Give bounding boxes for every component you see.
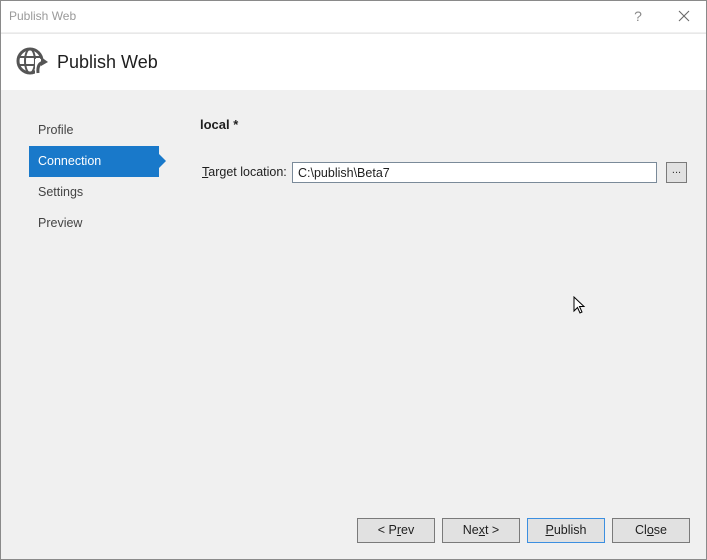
wizard-steps: Profile Connection Settings Preview [29,115,169,239]
browse-button[interactable]: ... [666,162,687,183]
dialog-heading: Publish Web [57,52,158,72]
btn-text: Cl [635,523,647,537]
btn-access-key: o [646,523,654,537]
prev-button[interactable]: < Prev [357,518,435,543]
sidebar-item-settings[interactable]: Settings [29,177,159,208]
btn-text: < P [377,523,397,537]
btn-text: ublish [553,523,587,537]
target-location-label: Target location: [202,165,287,179]
target-location-input[interactable] [292,162,657,183]
btn-text: se [653,523,667,537]
btn-text: t > [484,523,500,537]
sidebar-item-profile[interactable]: Profile [29,115,159,146]
globe-publish-icon [15,45,51,79]
btn-text: Ne [462,523,479,537]
sidebar-item-preview[interactable]: Preview [29,208,159,239]
dialog-header: Publish Web [1,33,706,90]
publish-button[interactable]: Publish [527,518,605,543]
btn-text: ev [401,523,415,537]
btn-access-key: P [545,523,554,537]
label-text: arget location: [208,165,287,179]
sidebar-item-connection[interactable]: Connection [29,146,166,177]
mouse-cursor-icon [573,295,587,316]
help-button[interactable]: ? [629,6,647,26]
close-button[interactable]: Close [612,518,690,543]
publish-web-dialog: Publish Web ? Publish Web Profile Connec… [0,0,707,560]
profile-name: local * [200,117,239,132]
next-button[interactable]: Next > [442,518,520,543]
close-icon[interactable] [673,5,695,27]
title-bar: Publish Web ? [1,1,706,32]
window-title: Publish Web [9,9,77,23]
